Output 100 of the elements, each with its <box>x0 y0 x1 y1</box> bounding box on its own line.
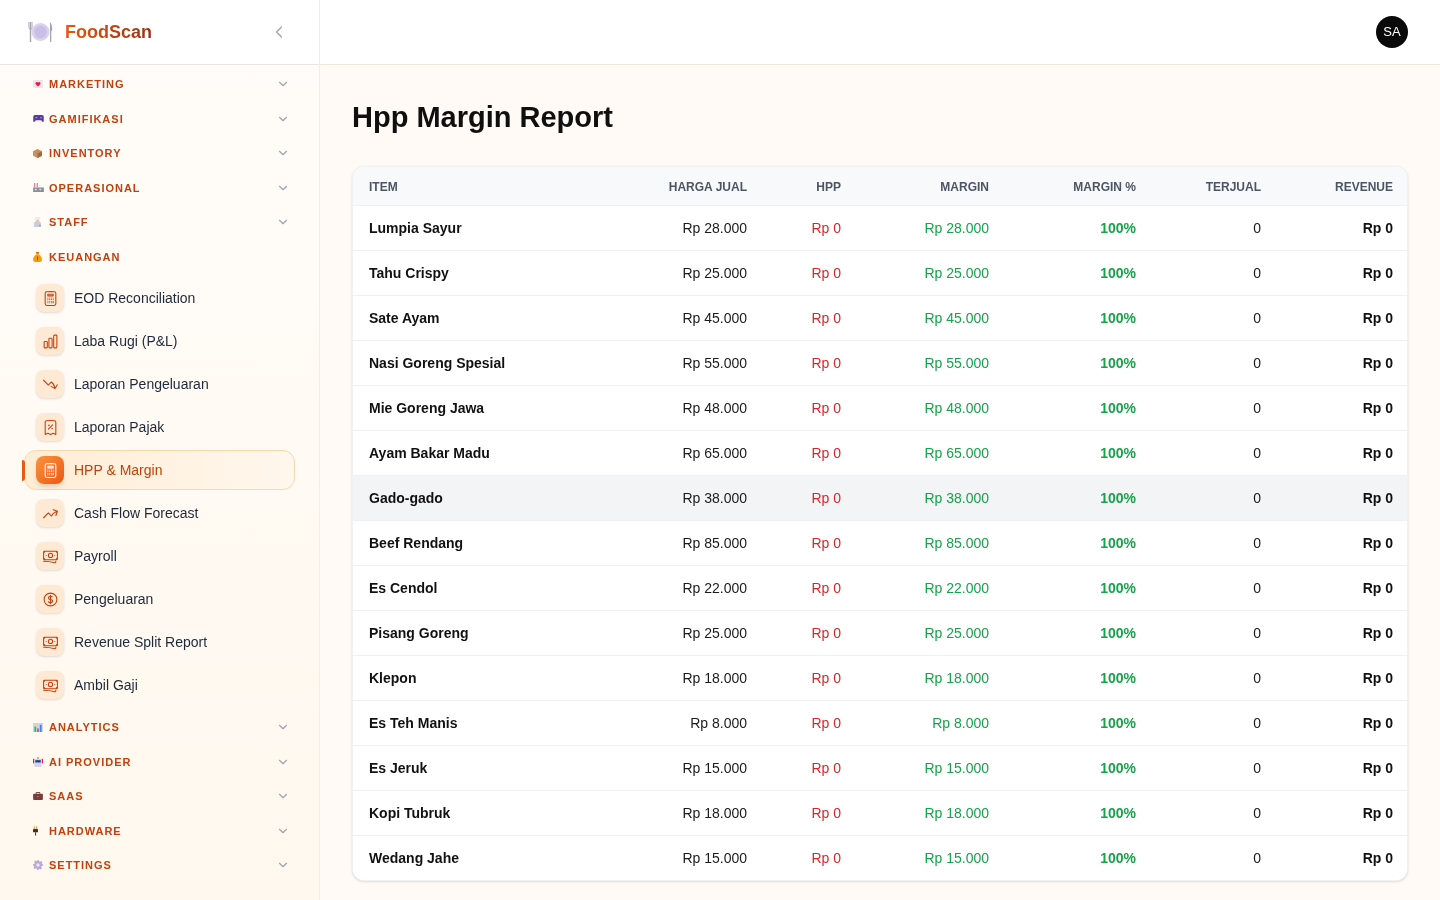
hpp-value: Rp 0 <box>811 805 841 821</box>
item-name: Tahu Crispy <box>369 265 449 281</box>
revenue-value: Rp 0 <box>1362 535 1393 551</box>
column-header[interactable]: MARGIN % <box>1073 180 1136 194</box>
nav-section[interactable]: AI PROVIDER <box>24 744 295 779</box>
banknotes-icon <box>36 628 64 656</box>
revenue-value: Rp 0 <box>1362 445 1393 461</box>
nav-item[interactable]: Cash Flow Forecast <box>24 493 295 533</box>
revenue-value: Rp 0 <box>1362 220 1393 236</box>
nav-item[interactable]: Laporan Pajak <box>24 407 295 447</box>
trending-up-icon <box>36 499 64 527</box>
price-text: Rp 25.000 <box>682 265 747 281</box>
price-text: Rp 8.000 <box>690 715 747 731</box>
nav-section[interactable]: HARDWARE <box>24 813 295 848</box>
margin-value: Rp 15.000 <box>924 850 989 866</box>
revenue-value: Rp 0 <box>1362 265 1393 281</box>
box-icon <box>33 148 42 158</box>
nav-item[interactable]: Ambil Gaji <box>24 665 295 705</box>
sold-count: 0 <box>1253 580 1261 596</box>
price-text: Rp 65.000 <box>682 445 747 461</box>
price-text: Rp 15.000 <box>682 850 747 866</box>
sold-count: 0 <box>1253 265 1261 281</box>
revenue-value: Rp 0 <box>1362 400 1393 416</box>
margin-percent: 100% <box>1100 310 1136 326</box>
nav-section[interactable]: SAAS <box>24 779 295 814</box>
column-header[interactable]: ITEM <box>369 180 398 194</box>
margin-percent: 100% <box>1100 535 1136 551</box>
nav-section[interactable]: STAFF <box>24 205 295 240</box>
margin-percent: 100% <box>1100 760 1136 776</box>
factory-icon <box>33 183 44 193</box>
margin-percent: 100% <box>1100 220 1136 236</box>
column-header[interactable]: REVENUE <box>1335 180 1393 194</box>
price-text: Rp 28.000 <box>682 220 747 236</box>
active-indicator <box>22 459 25 481</box>
column-header[interactable]: TERJUAL <box>1205 180 1261 194</box>
price-text: Rp 22.000 <box>682 580 747 596</box>
margin-percent: 100% <box>1100 580 1136 596</box>
nav-section[interactable]: OPERASIONAL <box>24 170 295 205</box>
item-name: Beef Rendang <box>369 535 464 551</box>
item-name: Mie Goreng Jawa <box>369 400 485 416</box>
column-header[interactable]: MARGIN <box>940 180 989 194</box>
price-text: Rp 85.000 <box>682 535 747 551</box>
margin-percent: 100% <box>1100 850 1136 866</box>
margin-value: Rp 18.000 <box>924 670 989 686</box>
sold-count: 0 <box>1253 670 1261 686</box>
column-header[interactable]: HPP <box>816 180 841 194</box>
hpp-value: Rp 0 <box>811 535 841 551</box>
nav-item[interactable]: Laporan Pengeluaran <box>24 364 295 404</box>
margin-percent: 100% <box>1100 715 1136 731</box>
briefcase-icon <box>33 792 43 801</box>
banknotes-icon <box>36 542 64 570</box>
nav-item[interactable]: EOD Reconciliation <box>24 278 295 318</box>
receipt-percent-icon <box>36 413 64 441</box>
revenue-value: Rp 0 <box>1362 760 1393 776</box>
sold-count: 0 <box>1253 805 1261 821</box>
sold-count: 0 <box>1253 625 1261 641</box>
nav-item[interactable]: Revenue Split Report <box>24 622 295 662</box>
nav-section[interactable]: ANALYTICS <box>24 710 295 745</box>
nav-section[interactable]: INVENTORY <box>24 136 295 171</box>
nav-section[interactable]: MARKETING <box>24 67 295 102</box>
user-avatar[interactable]: SA <box>1376 16 1408 48</box>
page-title: Hpp Margin Report <box>352 100 614 135</box>
revenue-value: Rp 0 <box>1362 805 1393 821</box>
nav-item[interactable]: Payroll <box>24 536 295 576</box>
item-name: Pisang Goreng <box>369 625 469 641</box>
price-text: Rp 25.000 <box>682 625 747 641</box>
margin-percent: 100% <box>1100 625 1136 641</box>
item-name: Ayam Bakar Madu <box>369 445 490 461</box>
robot-icon <box>33 756 43 767</box>
nav-section[interactable]: SETTINGS <box>24 848 295 883</box>
revenue-value: Rp 0 <box>1362 580 1393 596</box>
trending-down-icon <box>36 370 64 398</box>
nav-item[interactable]: HPP & Margin <box>24 450 295 490</box>
column-header[interactable]: HARGA JUAL <box>668 180 747 194</box>
margin-value: Rp 18.000 <box>924 805 989 821</box>
price-text: Rp 45.000 <box>682 310 747 326</box>
nav-item[interactable]: Laba Rugi (P&L) <box>24 321 295 361</box>
nav-section[interactable]: GAMIFIKASI <box>24 101 295 136</box>
nav-section[interactable]: KEUANGAN <box>24 239 295 274</box>
nav-item[interactable]: Pengeluaran <box>24 579 295 619</box>
price-text: Rp 15.000 <box>682 760 747 776</box>
hpp-value: Rp 0 <box>811 445 841 461</box>
banknotes-icon <box>36 671 64 699</box>
calculator-icon <box>36 456 64 484</box>
item-name: Klepon <box>369 670 417 686</box>
plug-icon <box>33 825 38 836</box>
item-name: Sate Ayam <box>369 310 440 326</box>
margin-value: Rp 45.000 <box>924 310 989 326</box>
price-text: Rp 38.000 <box>682 490 747 506</box>
hpp-value: Rp 0 <box>811 400 841 416</box>
margin-percent: 100% <box>1100 805 1136 821</box>
sold-count: 0 <box>1253 355 1261 371</box>
price-text: Rp 48.000 <box>682 400 747 416</box>
margin-value: Rp 85.000 <box>924 535 989 551</box>
item-name: Wedang Jahe <box>369 850 459 866</box>
margin-percent: 100% <box>1100 445 1136 461</box>
bar-chart-icon <box>33 722 43 732</box>
margin-value: Rp 65.000 <box>924 445 989 461</box>
sold-count: 0 <box>1253 310 1261 326</box>
sold-count: 0 <box>1253 760 1261 776</box>
